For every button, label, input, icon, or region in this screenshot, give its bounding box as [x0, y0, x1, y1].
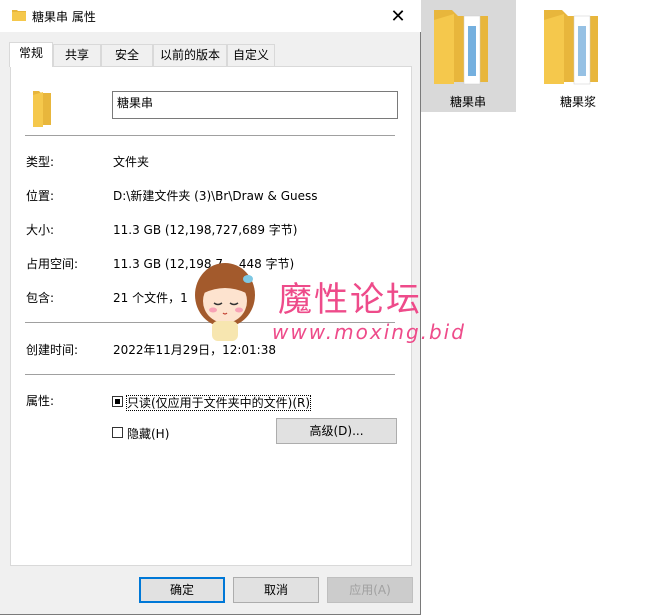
ok-button[interactable]: 确定 [139, 577, 225, 603]
watermark-url: www.moxing.bid [272, 320, 466, 344]
size-label: 大小: [26, 223, 55, 237]
type-label: 类型: [26, 155, 55, 169]
folder-name-input[interactable]: 糖果串 [112, 91, 398, 119]
location-label: 位置: [26, 189, 55, 203]
title-bar[interactable]: 糖果串 属性 ✕ [0, 0, 421, 32]
hidden-checkbox[interactable] [112, 427, 123, 438]
hidden-checkbox-label[interactable]: 隐藏(H) [127, 425, 169, 442]
apply-button[interactable]: 应用(A) [327, 577, 413, 603]
folder-item-tanguochuan[interactable]: 糖果串 [420, 0, 516, 112]
tab-customize[interactable]: 自定义 [227, 44, 275, 66]
tab-previous-versions[interactable]: 以前的版本 [153, 44, 227, 66]
close-icon: ✕ [390, 5, 406, 27]
cancel-button[interactable]: 取消 [233, 577, 319, 603]
readonly-checkbox[interactable] [112, 396, 123, 407]
tab-general[interactable]: 常规 [9, 42, 53, 67]
close-button[interactable]: ✕ [375, 0, 421, 32]
folder-label: 糖果串 [449, 95, 486, 109]
divider [25, 374, 395, 375]
advanced-button[interactable]: 高级(D)... [276, 418, 397, 444]
contains-value: 21 个文件，1 [113, 291, 188, 305]
attributes-label: 属性: [26, 394, 55, 408]
contains-label: 包含: [26, 291, 55, 305]
explorer-background: 糖果串 糖果浆 [420, 0, 653, 616]
folder-icon [33, 91, 51, 127]
tab-security[interactable]: 安全 [101, 44, 153, 66]
readonly-checkbox-label[interactable]: 只读(仅应用于文件夹中的文件)(R) [125, 394, 312, 411]
folder-icon [12, 10, 26, 21]
folder-icon [544, 10, 598, 85]
created-label: 创建时间: [26, 343, 79, 357]
location-value: D:\新建文件夹 (3)\Br\Draw & Guess [113, 189, 318, 203]
size-on-disk-label: 占用空间: [26, 257, 79, 271]
window-title: 糖果串 属性 [32, 10, 96, 24]
folder-item-tanguojiang[interactable]: 糖果浆 [530, 0, 626, 112]
tab-sharing[interactable]: 共享 [53, 44, 101, 66]
type-value: 文件夹 [113, 155, 150, 169]
watermark-mascot-icon [195, 263, 255, 341]
watermark-title: 魔性论坛 [278, 280, 422, 320]
folder-icon [434, 10, 488, 85]
size-value: 11.3 GB (12,198,727,689 字节) [113, 223, 298, 237]
divider [25, 135, 395, 136]
folder-label: 糖果浆 [559, 95, 596, 109]
